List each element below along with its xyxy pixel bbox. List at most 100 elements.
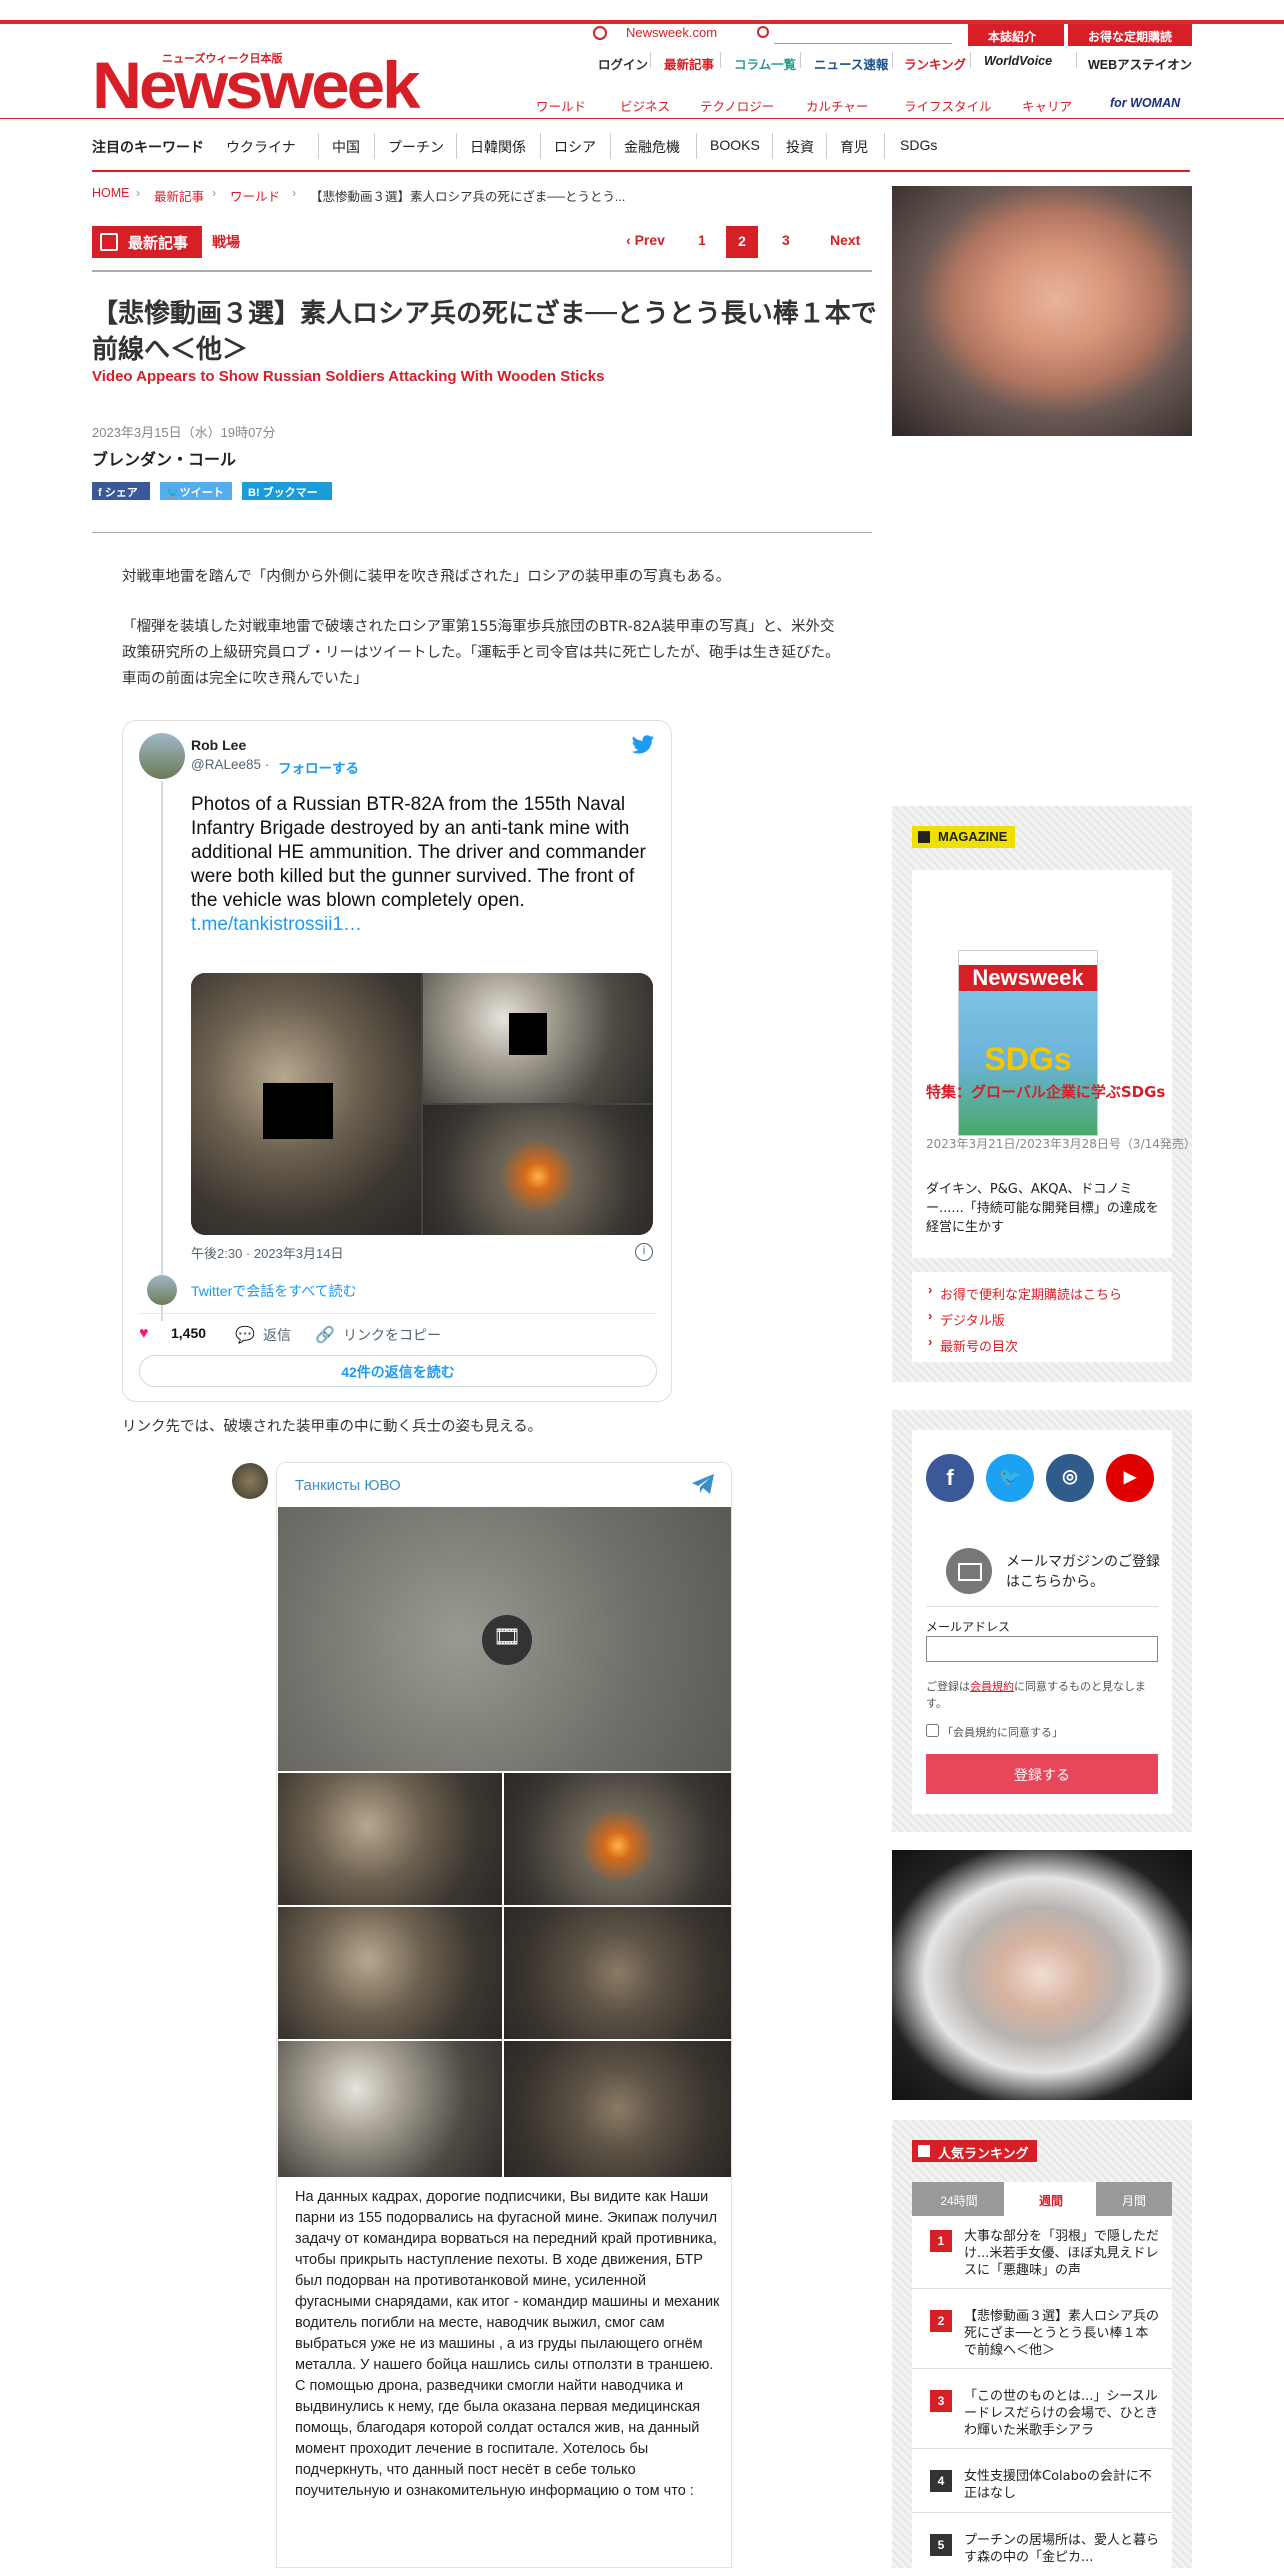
cat-lifestyle[interactable]: ライフスタイル xyxy=(904,96,992,115)
advertisement-image[interactable] xyxy=(892,1850,1192,2100)
digital-edition-link[interactable]: デジタル版 xyxy=(928,1308,1005,1329)
instagram-icon[interactable]: ◎ xyxy=(1046,1454,1094,1502)
kw-financial-crisis[interactable]: 金融危機 xyxy=(624,137,680,157)
tab-weekly[interactable]: 週間 xyxy=(1004,2182,1098,2216)
tweet-author-handle[interactable]: @RALee85 · xyxy=(191,757,269,772)
tweet-photo[interactable] xyxy=(423,1105,653,1235)
web-asteion-link[interactable]: WEBアステイオン xyxy=(1088,54,1192,73)
email-field[interactable] xyxy=(926,1636,1158,1662)
kw-putin[interactable]: プーチン xyxy=(388,137,444,157)
telegram-photo[interactable] xyxy=(278,2041,502,2177)
telegram-photo[interactable] xyxy=(278,1907,502,2039)
telegram-photo[interactable] xyxy=(504,1907,731,2039)
kw-russia[interactable]: ロシア xyxy=(554,137,596,157)
read-conversation-link[interactable]: Twitterで会話をすべて読む xyxy=(191,1281,357,1301)
latest-articles-tag[interactable]: 最新記事 xyxy=(92,226,202,258)
tweet-embed[interactable]: Rob Lee @RALee85 · フォローする Photos of a Ru… xyxy=(122,720,672,1402)
register-button[interactable]: 登録する xyxy=(926,1754,1158,1794)
tab-24h[interactable]: 24時間 xyxy=(912,2182,1006,2216)
facebook-share-button[interactable]: f シェア xyxy=(92,482,150,500)
twitter-icon[interactable]: 🐦 xyxy=(986,1454,1034,1502)
telegram-embed[interactable]: Танкисты ЮВО 🎞 На данных кадрах, дорогие… xyxy=(276,1462,732,2568)
latest-issue-toc-link[interactable]: 最新号の目次 xyxy=(928,1334,1018,1355)
subscribe-button[interactable]: お得な定期購読 xyxy=(1068,24,1192,46)
columns-link[interactable]: コラム一覧 xyxy=(734,54,796,73)
pagination-page-3[interactable]: 3 xyxy=(782,232,790,248)
read-replies-button[interactable]: 42件の返信を読む xyxy=(139,1355,657,1387)
ranking-item[interactable]: 大事な部分を「羽根」で隠しただけ...米若手女優、ほぼ丸見えドレスに「悪趣味」の… xyxy=(964,2228,1160,2279)
film-icon[interactable]: 🎞 xyxy=(482,1615,532,1665)
youtube-icon[interactable]: ▶ xyxy=(1106,1454,1154,1502)
follow-button[interactable]: フォローする xyxy=(278,757,359,777)
for-woman-link[interactable]: for WOMAN xyxy=(1110,96,1180,110)
cat-business[interactable]: ビジネス xyxy=(620,96,670,115)
tweet-media-grid[interactable] xyxy=(191,973,653,1235)
article-author[interactable]: ブレンダン・コール xyxy=(92,446,236,470)
heart-icon[interactable]: ♥ xyxy=(139,1325,149,1343)
kw-japan-korea[interactable]: 日韓関係 xyxy=(470,137,526,157)
kw-ukraine[interactable]: ウクライナ xyxy=(226,137,296,157)
tweet-author-name[interactable]: Rob Lee xyxy=(191,737,246,753)
facebook-icon[interactable]: f xyxy=(926,1454,974,1502)
info-icon[interactable]: i xyxy=(635,1243,653,1261)
telegram-photo[interactable] xyxy=(504,1773,731,1905)
ranking-item[interactable]: 女性支援団体Colaboの会計に不正はなし xyxy=(964,2468,1160,2502)
breadcrumb-home[interactable]: HOME xyxy=(92,186,130,200)
reply-icon[interactable]: 💬 xyxy=(235,1325,255,1345)
cat-career[interactable]: キャリア xyxy=(1022,96,1072,115)
ranking-item[interactable]: 【悲惨動画３選】素人ロシア兵の死にざま──とうとう長い棒１本で前線へ＜他＞ xyxy=(964,2308,1160,2359)
divider xyxy=(884,133,885,159)
breadcrumb-world[interactable]: ワールド xyxy=(230,186,280,205)
chevron-right-icon: › xyxy=(292,186,297,200)
agree-label[interactable]: 「会員規約に同意する」 xyxy=(942,1724,1063,1740)
cat-technology[interactable]: テクノロジー xyxy=(700,96,774,115)
telegram-channel-name[interactable]: Танкисты ЮВО xyxy=(295,1477,401,1494)
cat-culture[interactable]: カルチャー xyxy=(806,96,868,115)
ranking-item[interactable]: 「この世のものとは...」シースルードレスだらけの会場で、ひときわ輝いた米歌手シ… xyxy=(964,2388,1160,2439)
kw-childcare[interactable]: 育児 xyxy=(840,137,868,157)
twitter-share-button[interactable]: 🐦ツイート xyxy=(160,482,232,500)
like-count[interactable]: 1,450 xyxy=(171,1325,206,1341)
worldvoice-link[interactable]: WorldVoice xyxy=(984,54,1052,68)
tab-monthly[interactable]: 月間 xyxy=(1096,2182,1172,2216)
breadcrumb-latest[interactable]: 最新記事 xyxy=(154,186,204,205)
link-icon[interactable]: 🔗 xyxy=(315,1325,335,1345)
tweet-timestamp[interactable]: 午後2:30 · 2023年3月14日 xyxy=(191,1243,343,1262)
cat-world[interactable]: ワールド xyxy=(536,96,586,115)
telegram-photo[interactable] xyxy=(504,2041,731,2177)
latest-articles-link[interactable]: 最新記事 xyxy=(664,54,714,73)
search-icon[interactable] xyxy=(757,26,769,38)
advertisement-image[interactable] xyxy=(892,186,1192,436)
tag-battlefield[interactable]: 戦場 xyxy=(212,232,240,252)
kw-books[interactable]: BOOKS xyxy=(710,137,760,153)
news-flash-link[interactable]: ニュース速報 xyxy=(814,54,888,73)
copy-link-label[interactable]: リンクをコピー xyxy=(343,1325,441,1345)
agree-checkbox[interactable] xyxy=(926,1724,939,1737)
tweet-link[interactable]: t.me/tankistrossii1… xyxy=(191,914,362,935)
telegram-icon[interactable] xyxy=(691,1473,715,1501)
about-magazine-button[interactable]: 本誌紹介 xyxy=(968,24,1064,46)
twitter-bird-icon[interactable] xyxy=(631,735,655,761)
hatena-bookmark-button[interactable]: B! ブックマーク xyxy=(242,482,332,515)
magazine-cover[interactable]: Newsweek SDGs xyxy=(958,950,1098,1136)
kw-sdgs[interactable]: SDGs xyxy=(900,137,937,153)
kw-investment[interactable]: 投資 xyxy=(786,137,814,157)
ranking-item[interactable]: プーチンの居場所は、愛人と暮らす森の中の「金ピカ... xyxy=(964,2532,1160,2566)
newsweek-com-link[interactable]: Newsweek.com xyxy=(626,25,717,40)
telegram-video[interactable]: 🎞 xyxy=(278,1507,731,1771)
subscribe-link[interactable]: お得で便利な定期購読はこちら xyxy=(928,1282,1122,1303)
divider xyxy=(318,133,319,159)
terms-link[interactable]: 会員規約 xyxy=(970,1680,1014,1693)
pagination-prev[interactable]: ‹ Prev xyxy=(626,232,665,248)
magazine-title[interactable]: 特集：グローバル企業に学ぶSDGs xyxy=(926,1082,1166,1103)
login-link[interactable]: ログイン xyxy=(598,54,648,73)
search-input[interactable] xyxy=(774,24,952,44)
pagination-page-1[interactable]: 1 xyxy=(698,232,706,248)
avatar[interactable] xyxy=(232,1463,268,1499)
ranking-link[interactable]: ランキング xyxy=(904,54,966,73)
reply-label[interactable]: 返信 xyxy=(263,1325,291,1345)
kw-china[interactable]: 中国 xyxy=(332,137,360,157)
avatar[interactable] xyxy=(139,733,185,779)
pagination-next[interactable]: Next xyxy=(830,232,860,248)
telegram-photo[interactable] xyxy=(278,1773,502,1905)
